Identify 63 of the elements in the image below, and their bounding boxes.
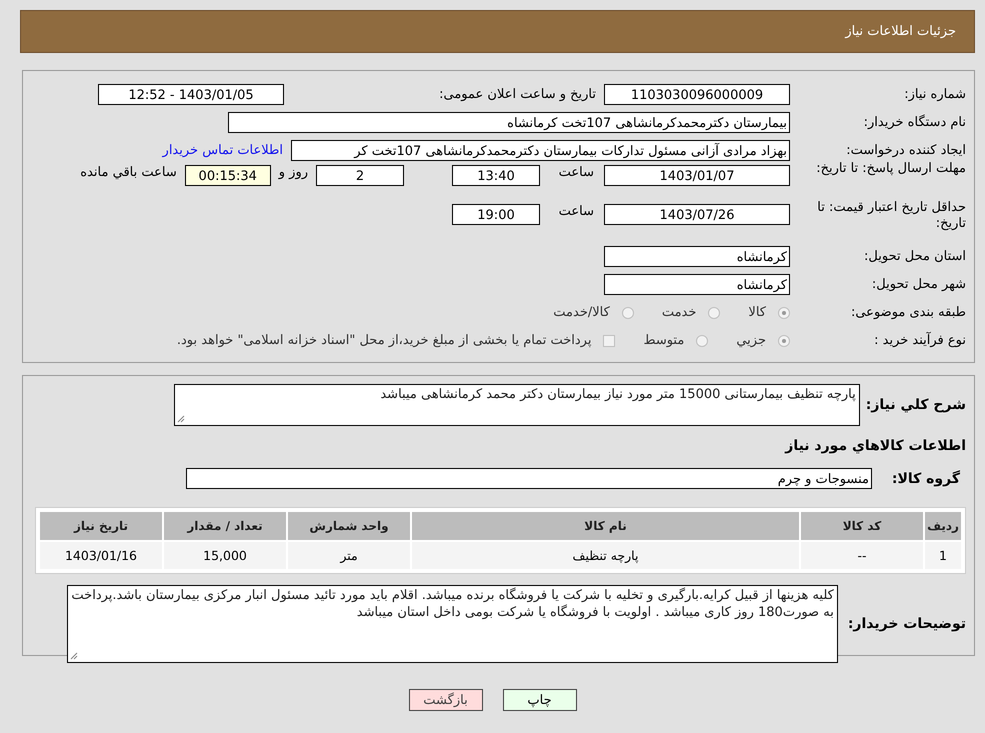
print-button[interactable]: چاپ [502,689,576,711]
field-label: ساعت باقي مانده [80,165,177,180]
deadline-date-field: 1403/01/07 [604,165,790,186]
field-label: ایجاد کننده درخواست: [845,143,966,158]
resize-grip-icon[interactable] [176,415,185,423]
field-label: توضیحات خریدار: [848,616,966,632]
field-label: نام دستگاه خریدار: [862,115,966,130]
need-number-field: 1103030096000009 [604,84,790,105]
checkbox[interactable] [603,334,616,346]
column-header: تاریخ نیاز [40,512,162,540]
validity-time-field: 19:00 [452,204,540,225]
field-label: ساعت [558,165,595,180]
radio-button[interactable] [778,306,790,318]
requester-field: بهزاد مرادی آزانی مسئول تدارکات بیمارستان دکترمحمدکرمانشاهی 107تخت کر [291,140,790,161]
field-label: روز و [278,165,308,180]
buyer-org-field: بیمارستان دکترمحمدکرمانشاهی 107تخت کرمانشاه [228,112,790,133]
field-label: استان محل تحویل: [863,249,966,264]
field-label: شرح کلي نیاز: [866,397,966,413]
column-header: واحد شمارش [288,512,410,540]
field-label: طبقه بندی موضوعی: [850,305,966,320]
contact-info-link[interactable]: اطلاعات تماس خریدار [162,143,283,158]
field-label: مهلت ارسال پاسخ: تا تاریخ: [815,161,966,177]
option-label: کالا/خدمت [553,305,610,320]
validity-date-field: 1403/07/26 [604,204,790,225]
goods-group-field: منسوجات و چرم [186,468,872,489]
table-cell: -- [801,542,923,569]
days-field: 2 [316,165,404,186]
radio-button[interactable] [778,334,790,346]
option-label: خدمت [662,305,696,320]
column-header: ردیف [925,512,961,540]
back-button[interactable]: بازگشت [408,689,482,711]
radio-button[interactable] [622,306,634,318]
announce-date-field: 1403/01/05 - 12:52 [98,84,284,105]
remaining-time-field: 00:15:34 [184,165,271,186]
field-label: تاریخ و ساعت اعلان عمومی: [438,87,596,102]
option-label: کالا [748,305,766,320]
field-label: شهر محل تحویل: [870,277,966,292]
table-cell: پارچه تنظیف [412,542,799,569]
field-label: ساعت [558,204,595,219]
table-cell: 1 [925,542,961,569]
buyer-notes-textarea[interactable]: کلیه هزینها از قبیل کرایه.بارگیری و تخلیه با شرکت یا فروشگاه برنده میباشد. اقلام باید مورد تائید مسئول انبار مرکزی بیمارستان باشد.پرداخت به صورت180 روز کاری میباشد . اولویت با فروشگاه یا شرکت بومی داخل استان میباشد [66,585,838,663]
section-heading: اطلاعات کالاهاي مورد نياز [784,438,966,454]
option-label: پرداخت تمام یا بخشی از مبلغ خرید،از محل "اسناد خزانه اسلامی" خواهد بود. [176,333,592,348]
column-header: نام کالا [412,512,799,540]
field-label: حداقل تاریخ اعتبار قیمت: تا تاریخ: [816,200,966,232]
radio-button[interactable] [708,306,720,318]
table-cell: متر [288,542,410,569]
table-cell: 15,000 [164,542,286,569]
option-label: متوسط [643,333,684,348]
province-field: کرمانشاه [604,246,790,267]
radio-button[interactable] [696,334,708,346]
field-label: گروه کالا: [890,470,960,486]
column-header: تعداد / مقدار [164,512,286,540]
column-header: کد کالا [801,512,923,540]
summary-textarea[interactable]: پارچه تنظیف بیمارستانی 15000 متر مورد نیاز بیمارستان دکتر محمد کرمانشاهی میباشد [174,384,860,426]
option-label: جزيي [736,333,766,348]
deadline-time-field: 13:40 [452,165,540,186]
table-cell: 1403/01/16 [40,542,162,569]
field-label: نوع فرآیند خرید : [873,333,966,348]
resize-grip-icon[interactable] [70,652,78,660]
field-label: شماره نیاز: [903,87,966,102]
city-field: کرمانشاه [604,274,790,295]
page-title: جزئیات اطلاعات نیاز [845,24,956,39]
